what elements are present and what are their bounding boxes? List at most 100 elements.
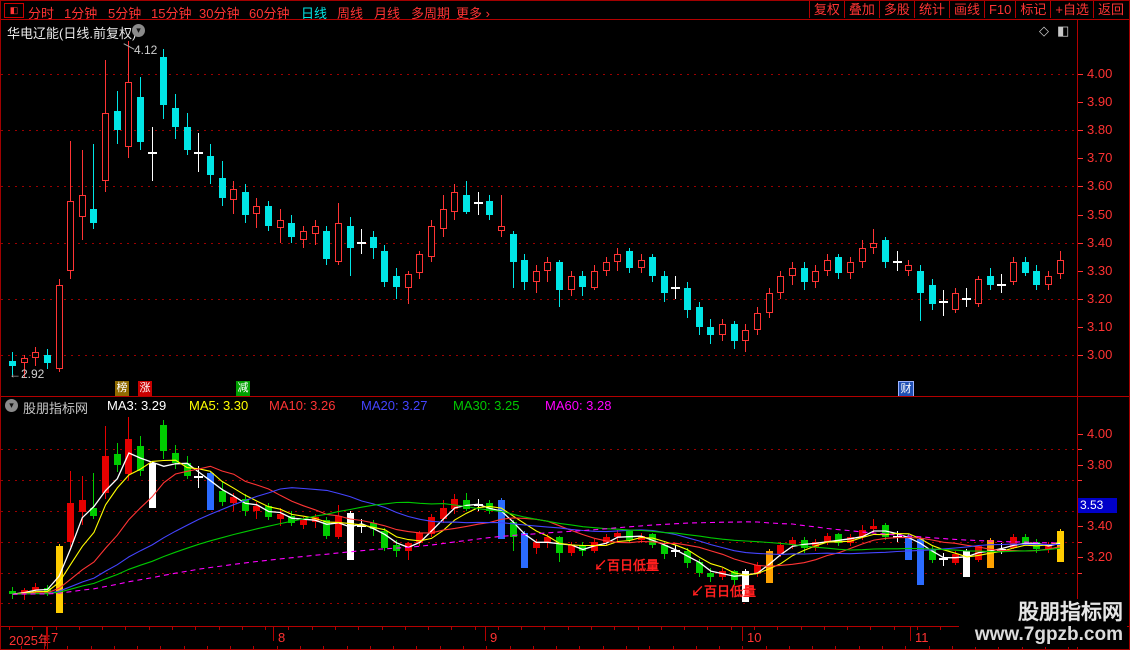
week-tick (684, 627, 686, 630)
week-tick (32, 627, 34, 630)
candle-down (463, 194, 470, 212)
axis-label: 3.20 (1087, 290, 1113, 306)
action-menu: 复权 叠加 多股 统计 画线 F10 标记 +自选 返回 (808, 1, 1128, 18)
week-tick (428, 627, 429, 630)
gridline (1, 299, 1077, 300)
candle-up (451, 192, 458, 212)
candle-down (917, 270, 924, 294)
month-label: 10 (747, 630, 762, 645)
week-tick (800, 627, 802, 630)
current-price-badge: 3.53 (1078, 498, 1117, 514)
candle-up (253, 206, 260, 215)
candle-up (789, 267, 796, 277)
candle-up (766, 293, 773, 313)
candle-up (824, 259, 831, 271)
menu-item-action[interactable]: 统计 (913, 1, 949, 18)
event-badge-财[interactable]: 财 (898, 381, 914, 396)
axis-label: 3.10 (1087, 318, 1113, 334)
week-tick (614, 627, 616, 630)
week-tick (265, 627, 267, 630)
week-tick (497, 627, 499, 630)
candle-down (44, 355, 51, 364)
axis-tick (1078, 557, 1083, 559)
gridline (1, 186, 1077, 187)
indicator-price-axis: 4.00 3.80 3.40 3.20 (1078, 417, 1129, 626)
indicator-name[interactable]: 股朋指标网 (23, 398, 88, 417)
menu-item-action[interactable]: 复权 (808, 1, 844, 18)
axis-tick (1078, 74, 1083, 75)
axis-tick (1078, 130, 1083, 132)
week-tick (311, 627, 313, 630)
signal-annotation: ↙百日低量 (691, 584, 757, 599)
main-chart-pane[interactable]: 榜涨 减 财 (1, 41, 1077, 396)
menu-item-action[interactable]: 叠加 (843, 1, 879, 18)
menu-item-action[interactable]: 多股 (878, 1, 914, 18)
week-tick (358, 627, 360, 630)
ma60-line (12, 521, 1061, 595)
candle-up (568, 276, 575, 291)
axis-label: 3.20 (1087, 549, 1113, 565)
axis-label: 3.40 (1087, 234, 1113, 250)
candle-down (684, 287, 691, 311)
event-badge-减[interactable]: 减 (236, 381, 250, 396)
candle-up (742, 329, 749, 341)
ma10-readout: MA10: 3.26 (269, 398, 336, 413)
candle-doji (357, 241, 366, 244)
candle-up (440, 208, 447, 229)
ma20-line (12, 487, 1061, 595)
candle-up (1045, 276, 1052, 285)
event-badge-榜[interactable]: 榜 (115, 381, 129, 396)
candle-up (638, 259, 645, 268)
candle-wick (152, 127, 153, 181)
axis-tick (1078, 186, 1083, 188)
week-tick (719, 646, 720, 649)
candle-up (905, 265, 912, 271)
ma30-readout: MA30: 3.25 (453, 398, 520, 413)
week-tick (788, 646, 790, 649)
week-tick (602, 646, 604, 649)
week-tick (777, 627, 779, 630)
candle-down (626, 251, 633, 268)
axis-tick (1078, 214, 1083, 216)
event-badge-涨[interactable]: 涨 (138, 381, 152, 396)
candle-down (172, 107, 179, 128)
ma20-readout: MA20: 3.27 (361, 398, 428, 413)
menu-item-action[interactable]: 标记 (1015, 1, 1050, 18)
week-tick (695, 646, 697, 649)
week-tick (882, 646, 883, 649)
menu-item-action[interactable]: 画线 (948, 1, 984, 18)
indicator-chart-pane[interactable] (1, 417, 1077, 626)
week-tick (521, 627, 523, 630)
menu-item-action[interactable]: F10 (983, 1, 1015, 18)
diamond-icon[interactable]: ◇ (1039, 23, 1049, 39)
candle-down (323, 231, 330, 260)
candle-up (812, 270, 819, 282)
indicator-collapse-icon[interactable]: ▾ (5, 399, 18, 412)
title-chevron-icon[interactable]: ▾ (132, 24, 145, 37)
menu-item-action[interactable]: +自选 (1050, 1, 1093, 18)
week-tick (730, 627, 732, 630)
axis-tick (1078, 480, 1082, 482)
month-label: 7 (51, 630, 59, 645)
watermark-site-name: 股朋指标网 (1018, 601, 1123, 624)
low-price-annotation: ←2.92 (9, 367, 45, 381)
candle-up (102, 113, 109, 181)
candle-doji (962, 297, 971, 300)
candle-down (393, 276, 400, 288)
candle-up (847, 262, 854, 274)
candle-up (230, 189, 237, 201)
week-tick (823, 627, 825, 630)
week-tick (148, 627, 150, 630)
candle-doji (939, 300, 948, 303)
month-label: 9 (490, 630, 498, 645)
week-tick (591, 627, 592, 630)
candle-up (21, 357, 28, 364)
split-panel-icon[interactable]: ◧ (1057, 23, 1069, 39)
candle-down (696, 307, 703, 327)
window-layout-icon[interactable]: ◧ (4, 3, 24, 18)
candle-down (242, 192, 249, 215)
week-tick (125, 627, 127, 630)
candle-up (312, 225, 319, 235)
menu-item-action[interactable]: 返回 (1092, 1, 1128, 18)
week-tick (393, 646, 395, 649)
